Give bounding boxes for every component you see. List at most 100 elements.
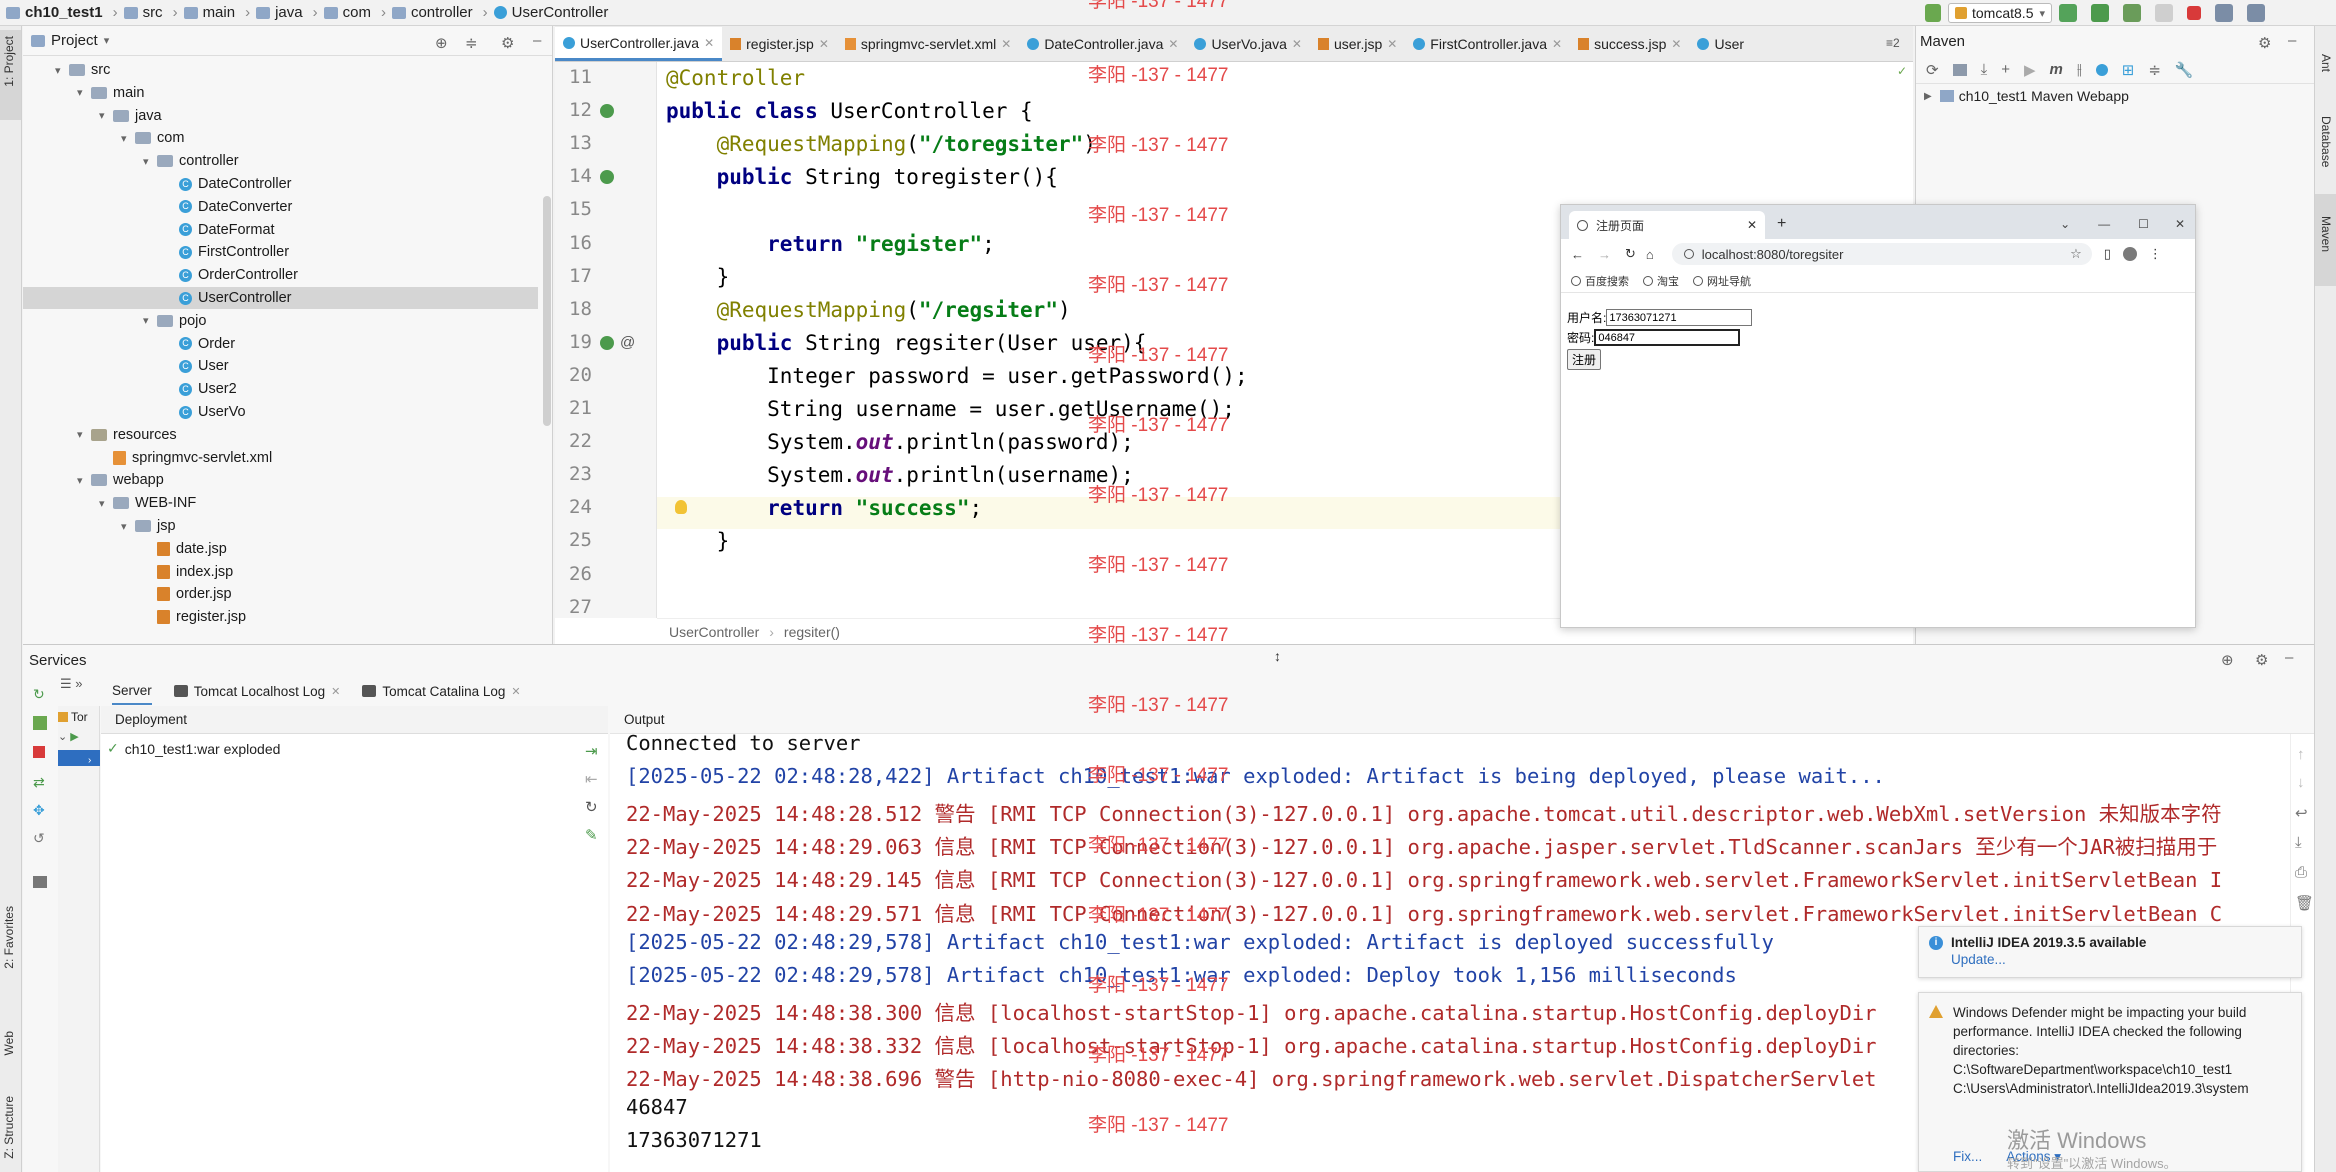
layout-icon[interactable] — [2247, 4, 2266, 22]
bookmark-item[interactable]: 淘宝 — [1643, 273, 1679, 289]
tree-item[interactable]: C FirstController — [23, 241, 538, 263]
stripe-maven-label[interactable]: Maven — [2319, 216, 2333, 252]
close-tab-icon[interactable]: ✕ — [1387, 37, 1397, 51]
bookmark-item[interactable]: 网址导航 — [1693, 273, 1751, 289]
code-line[interactable]: } — [666, 265, 730, 289]
tree-item[interactable]: ▾ com — [23, 127, 538, 149]
profile-icon[interactable] — [2122, 247, 2137, 261]
chevron-down-icon[interactable]: ▾ — [77, 428, 91, 441]
url-field[interactable]: localhost:8080/toregsiter ☆ — [1671, 243, 2092, 265]
hide-icon[interactable]: – — [533, 32, 541, 49]
tab-tomcat-catalina-log[interactable]: Tomcat Catalina Log ✕ — [362, 684, 521, 699]
maven-project-row[interactable]: ▶ ch10_test1 Maven Webapp — [1916, 84, 2314, 108]
update-icon[interactable]: ✥ — [33, 802, 45, 819]
code-line[interactable]: public String regsiter(User user){ — [666, 331, 1147, 355]
maven-m-icon[interactable]: m — [2050, 61, 2063, 78]
menu-icon[interactable]: ⋮ — [2149, 246, 2162, 262]
tree-item[interactable]: date.jsp — [23, 538, 538, 560]
breadcrumb-item[interactable]: com › — [323, 4, 386, 21]
close-tab-icon[interactable]: ✕ — [1292, 37, 1302, 51]
stripe-structure-label[interactable]: Z: Structure — [2, 1096, 16, 1159]
soft-wrap-icon[interactable]: ↩ — [2295, 804, 2308, 822]
request-mapping-gutter-icon[interactable] — [600, 336, 614, 350]
reload-icon[interactable]: ⟳ — [1926, 61, 1939, 79]
editor-tab[interactable]: FirstController.java ✕ — [1405, 27, 1570, 61]
code-line[interactable]: return "register"; — [666, 232, 995, 256]
deploy-icon[interactable] — [33, 716, 47, 730]
tab-overflow[interactable]: ≡2 — [1886, 36, 1900, 50]
refresh-deploy-icon[interactable]: ↻ — [585, 798, 598, 816]
chevron-down-icon[interactable]: ▾ — [77, 86, 91, 99]
wrench-icon[interactable]: 🔧 — [2175, 61, 2194, 79]
editor-tab[interactable]: UserController.java ✕ — [555, 27, 723, 61]
layout-icon[interactable] — [33, 876, 47, 888]
chevron-down-icon[interactable]: ▾ — [143, 314, 157, 327]
close-icon[interactable]: ✕ — [511, 685, 520, 698]
code-line[interactable]: Integer password = user.getPassword(); — [666, 364, 1247, 388]
tree-item[interactable]: ▾ src — [23, 59, 538, 81]
code-line[interactable]: System.out.println(password); — [666, 430, 1134, 454]
print-icon[interactable]: ⎙ — [2295, 864, 2307, 881]
editor-tab[interactable]: register.jsp ✕ — [722, 27, 837, 61]
back-icon[interactable]: ← — [1571, 247, 1584, 262]
deploy-all-icon[interactable]: ⇥ — [585, 742, 598, 760]
hide-icon[interactable]: – — [2285, 649, 2293, 666]
down-icon[interactable]: ↓ — [2297, 774, 2305, 791]
tab-search-icon[interactable]: ⌄ — [2060, 217, 2070, 231]
stripe-database-label[interactable]: Database — [2319, 116, 2333, 167]
tomcat-tree-item[interactable]: Tor — [58, 710, 88, 724]
edit-artifact-icon[interactable]: ✎ — [585, 826, 598, 844]
hide-icon[interactable]: – — [2288, 32, 2296, 49]
browser-tab[interactable]: 注册页面 ✕ — [1569, 211, 1765, 239]
collapse-all-icon[interactable]: ≑ — [465, 34, 478, 52]
editor-tab[interactable]: user.jsp ✕ — [1310, 27, 1405, 61]
tree-item[interactable]: ▾ resources — [23, 424, 538, 446]
tree-item[interactable]: C UserController — [23, 287, 538, 309]
stop-icon[interactable] — [2187, 6, 2202, 20]
chevron-down-icon[interactable]: ▾ — [99, 109, 113, 122]
close-tab-icon[interactable]: ✕ — [1552, 37, 1562, 51]
show-dependencies-icon[interactable]: ⊞ — [2122, 61, 2135, 79]
locate-icon[interactable]: ⊕ — [435, 34, 448, 52]
close-icon[interactable]: ✕ — [331, 685, 340, 698]
tree-item[interactable]: C Order — [23, 333, 538, 355]
refresh-icon[interactable]: ↻ — [33, 686, 45, 703]
tree-item[interactable]: ▾ WEB-INF — [23, 492, 538, 514]
tab-server[interactable]: Server — [112, 677, 152, 705]
run-icon[interactable]: ▶ — [2024, 61, 2036, 79]
tree-item[interactable]: ▾ controller — [23, 150, 538, 172]
code-line[interactable]: public class UserController { — [666, 99, 1033, 123]
breadcrumb-item[interactable]: ch10_test1 › — [6, 4, 118, 21]
redeploy-icon[interactable]: ⇄ — [33, 774, 45, 791]
bookmark-item[interactable]: 百度搜索 — [1571, 273, 1629, 289]
add-service-icon[interactable]: ⊕ — [2221, 651, 2234, 669]
tree-item[interactable]: ▾ jsp — [23, 515, 538, 537]
expand-icon[interactable]: ☰ » — [60, 676, 83, 692]
debug-icon[interactable] — [2091, 4, 2110, 22]
close-tab-icon[interactable]: ✕ — [1747, 218, 1757, 232]
tree-item[interactable]: C DateConverter — [23, 196, 538, 218]
skip-tests-icon[interactable] — [2095, 63, 2108, 76]
lightbulb-icon[interactable] — [675, 500, 687, 514]
tree-item[interactable]: ▾ java — [23, 105, 538, 127]
editor-tab[interactable]: success.jsp ✕ — [1570, 27, 1689, 61]
download-icon[interactable]: ⤓ — [1981, 61, 1988, 78]
code-line[interactable]: public String toregister(){ — [666, 165, 1058, 189]
chevron-right-icon[interactable]: ▶ — [1924, 91, 1932, 102]
selected-tree-row[interactable]: › — [58, 750, 100, 766]
stripe-ant-label[interactable]: Ant — [2319, 54, 2333, 72]
breadcrumb-item[interactable]: src › — [123, 4, 178, 21]
close-tab-icon[interactable]: ✕ — [1001, 37, 1011, 51]
breadcrumb-item[interactable]: java › — [256, 4, 318, 21]
tree-item[interactable]: C DateController — [23, 173, 538, 195]
deployment-item[interactable]: ✓ ch10_test1:war exploded — [107, 740, 280, 757]
plus-icon[interactable]: + — [2001, 61, 2010, 78]
close-tab-icon[interactable]: ✕ — [819, 37, 829, 51]
register-button[interactable]: 注册 — [1567, 349, 1602, 370]
code-line[interactable]: System.out.println(username); — [666, 463, 1134, 487]
minimize-icon[interactable]: — — [2098, 217, 2110, 231]
close-tab-icon[interactable]: ✕ — [1671, 37, 1681, 51]
scroll-to-end-icon[interactable]: ⤓ — [2295, 834, 2302, 851]
window-close-icon[interactable]: ✕ — [2175, 217, 2185, 231]
username-input[interactable] — [1606, 309, 1753, 326]
